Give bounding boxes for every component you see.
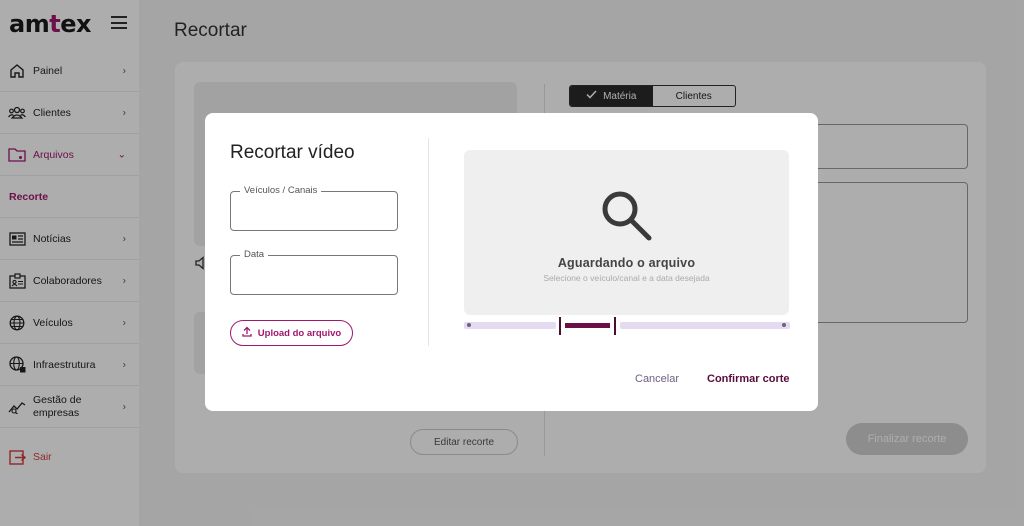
- trim-start-handle[interactable]: [559, 317, 561, 335]
- confirm-cut-button[interactable]: Confirmar corte: [707, 373, 790, 385]
- field-label: Data: [240, 249, 269, 260]
- upload-icon: [242, 326, 252, 340]
- timeline-track-right: [620, 322, 790, 329]
- cancel-button[interactable]: Cancelar: [635, 373, 679, 385]
- file-placeholder: Aguardando o arquivo Selecione o veículo…: [464, 150, 789, 315]
- trim-end-handle[interactable]: [614, 317, 616, 335]
- timeline-track-left: [464, 322, 556, 329]
- crop-video-dialog: Recortar vídeo Veículos / Canais Data Up…: [205, 113, 818, 411]
- placeholder-title: Aguardando o arquivo: [557, 256, 696, 270]
- dialog-divider: [428, 138, 429, 346]
- placeholder-subtitle: Selecione o veículo/canal e a data desej…: [543, 273, 710, 283]
- selected-range: [565, 323, 610, 328]
- search-icon: [597, 186, 655, 249]
- dialog-title: Recortar vídeo: [230, 142, 355, 163]
- timeline-end-dot: [782, 323, 786, 327]
- field-label: Veículos / Canais: [240, 185, 322, 196]
- date-field[interactable]: Data: [230, 249, 398, 295]
- clip-timeline[interactable]: [464, 317, 790, 335]
- timeline-start-dot: [467, 323, 471, 327]
- channels-field[interactable]: Veículos / Canais: [230, 185, 398, 231]
- upload-file-button[interactable]: Upload do arquivo: [230, 320, 353, 346]
